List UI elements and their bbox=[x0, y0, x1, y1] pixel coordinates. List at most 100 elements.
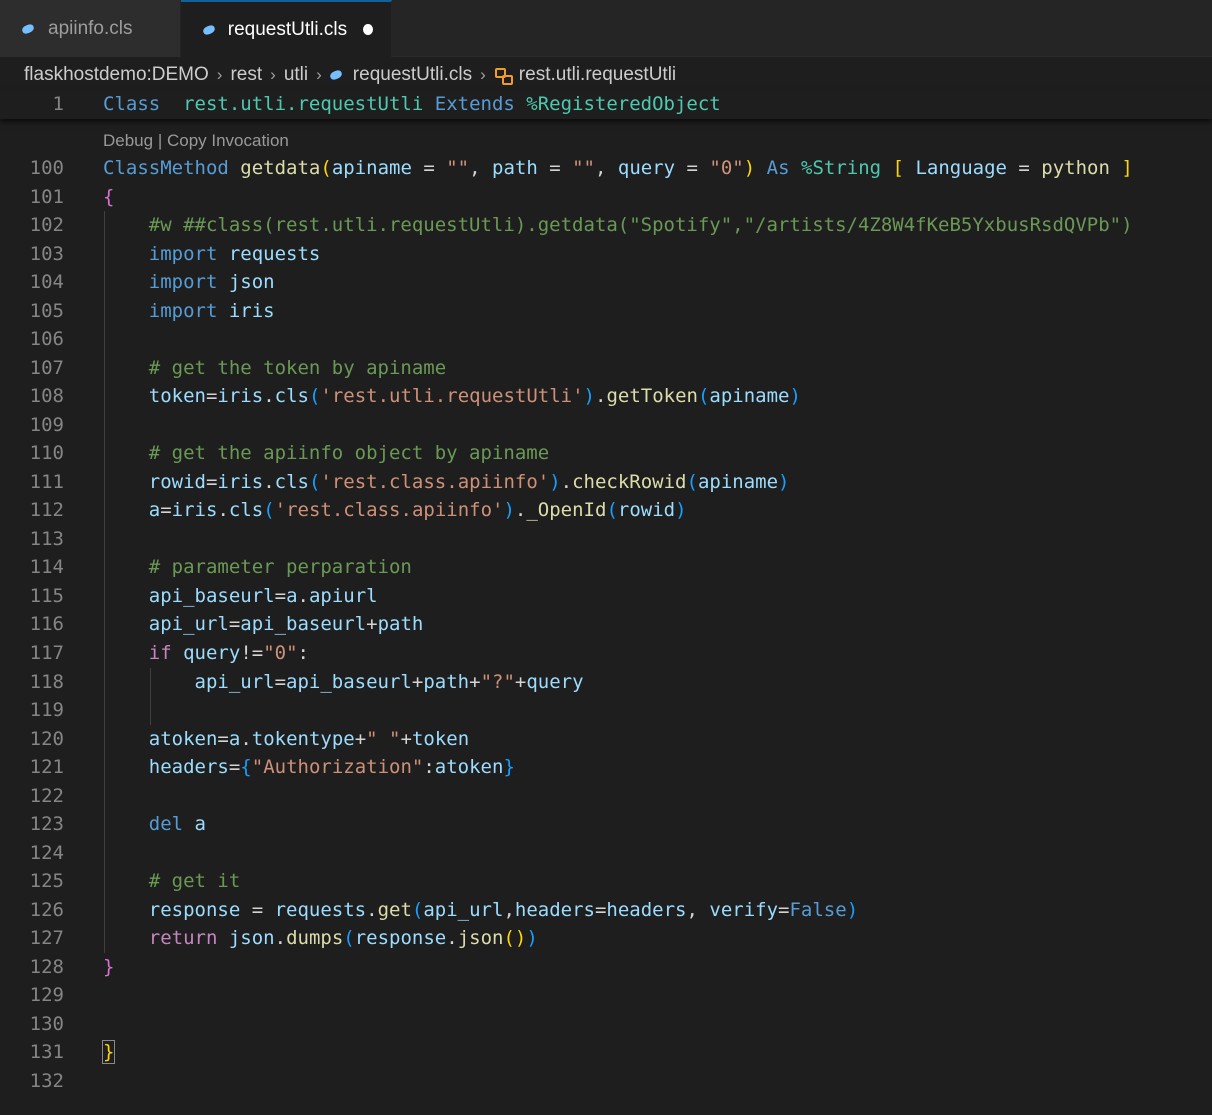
code-line[interactable]: 116 api_url=api_baseurl+path bbox=[0, 610, 1212, 639]
code-token: , bbox=[686, 898, 710, 921]
code-line[interactable]: 132 bbox=[0, 1067, 1212, 1096]
indent-guide bbox=[150, 667, 151, 725]
code-token: ( bbox=[686, 470, 698, 493]
code-line[interactable]: 1 Class rest.utli.requestUtli Extends %Re… bbox=[0, 90, 1212, 119]
code-token: token bbox=[148, 385, 206, 408]
code-token: ) bbox=[846, 898, 859, 921]
code-token: . bbox=[514, 499, 527, 522]
code-token: a bbox=[148, 499, 161, 522]
code-text: # get the apiinfo object by apiname bbox=[103, 439, 549, 467]
code-line[interactable]: 115 api_baseurl=a.apiurl bbox=[0, 582, 1212, 611]
code-token: query bbox=[526, 670, 584, 693]
code-token: ( bbox=[606, 499, 618, 522]
code-line[interactable]: 126 response = requests.get(api_url,head… bbox=[0, 896, 1212, 925]
code-token: requests bbox=[274, 898, 367, 921]
code-token: "" bbox=[446, 157, 470, 179]
code-token: ) bbox=[743, 157, 756, 179]
code-line[interactable]: 120 atoken=a.tokentype+" "+token bbox=[0, 725, 1212, 754]
code-text: return json.dumps(response.json()) bbox=[103, 924, 538, 952]
code-token: As bbox=[766, 157, 790, 179]
code-line[interactable]: 124 bbox=[0, 839, 1212, 868]
line-number: 117 bbox=[29, 642, 64, 664]
codelens-debug-copy-invocation[interactable]: Debug | Copy Invocation bbox=[103, 131, 289, 151]
code-line[interactable]: 112 a=iris.cls('rest.class.apiinfo')._Op… bbox=[0, 496, 1212, 525]
code-token: "0" bbox=[709, 157, 744, 179]
code-line[interactable]: 113 bbox=[0, 525, 1212, 554]
code-token: [ bbox=[892, 157, 904, 179]
code-line[interactable]: 131} bbox=[0, 1038, 1212, 1067]
code-line[interactable]: 108 token=iris.cls('rest.utli.requestUtl… bbox=[0, 382, 1212, 411]
code-editor[interactable]: 1 Class rest.utli.requestUtli Extends %Re… bbox=[0, 0, 1212, 1115]
code-token: ( bbox=[343, 927, 355, 950]
code-token: response bbox=[148, 898, 241, 921]
code-line[interactable]: 111 rowid=iris.cls('rest.class.apiinfo')… bbox=[0, 468, 1212, 497]
code-line[interactable]: 101 { bbox=[0, 183, 1212, 212]
code-token: = bbox=[240, 898, 275, 921]
code-token: " " bbox=[366, 727, 401, 750]
code-line[interactable]: 123 del a bbox=[0, 810, 1212, 839]
code-token: . bbox=[560, 470, 573, 493]
code-line[interactable]: 102 #w ##class(rest.utli.requestUtli).ge… bbox=[0, 211, 1212, 240]
code-line[interactable]: 103 import requests bbox=[0, 240, 1212, 269]
line-number: 119 bbox=[29, 699, 64, 722]
code-token: cls bbox=[274, 470, 309, 493]
code-token: "Authorization" bbox=[251, 756, 424, 779]
code-token: "0" bbox=[263, 642, 298, 664]
code-token: a bbox=[194, 813, 206, 836]
code-token: if bbox=[148, 642, 172, 664]
code-token: = bbox=[594, 898, 607, 921]
line-number: 127 bbox=[29, 927, 64, 950]
code-token: = bbox=[537, 157, 573, 179]
code-line[interactable]: 119 bbox=[0, 696, 1212, 725]
code-line[interactable]: 121 headers={"Authorization":atoken} bbox=[0, 753, 1212, 782]
code-line[interactable]: 114 # parameter perparation bbox=[0, 553, 1212, 582]
code-token: #w ##class(rest.utli.requestUtli).getdat… bbox=[148, 214, 1133, 237]
line-number: 120 bbox=[29, 727, 64, 750]
code-line[interactable]: 125 # get it bbox=[0, 867, 1212, 896]
code-line[interactable]: 127 return json.dumps(response.json()) bbox=[0, 924, 1212, 953]
code-token: != bbox=[240, 642, 264, 664]
code-token: del bbox=[148, 813, 184, 836]
code-line[interactable]: 128} bbox=[0, 953, 1212, 982]
code-line[interactable]: 110 # get the apiinfo object by apiname bbox=[0, 439, 1212, 468]
code-token: Extends bbox=[423, 93, 515, 115]
code-line[interactable]: 117 if query!="0": bbox=[0, 639, 1212, 668]
code-line[interactable]: 104 import json bbox=[0, 268, 1212, 297]
code-token: { bbox=[103, 185, 115, 208]
code-text: response = requests.get(api_url,headers=… bbox=[103, 896, 858, 924]
code-token: : bbox=[423, 756, 435, 779]
code-token: response bbox=[354, 927, 447, 950]
code-token: 'rest.utli.requestUtli' bbox=[320, 385, 584, 408]
code-line[interactable]: 129 bbox=[0, 981, 1212, 1010]
code-line[interactable]: 107 # get the token by apiname bbox=[0, 354, 1212, 383]
code-token: = bbox=[778, 898, 790, 921]
code-line[interactable]: 118 api_url=api_baseurl+path+"?"+query bbox=[0, 668, 1212, 697]
code-token: . bbox=[366, 898, 378, 921]
code-token: , bbox=[469, 157, 493, 179]
code-token: # get the token by apiname bbox=[148, 356, 447, 379]
code-token: a bbox=[228, 727, 241, 750]
line-number: 122 bbox=[29, 784, 64, 807]
code-line[interactable]: 109 bbox=[0, 411, 1212, 440]
code-token: . bbox=[274, 927, 287, 950]
code-line[interactable]: 106 bbox=[0, 325, 1212, 354]
code-line[interactable]: 105 import iris bbox=[0, 297, 1212, 326]
code-line[interactable]: 130 bbox=[0, 1010, 1212, 1039]
code-line[interactable]: 100 ClassMethod getdata(apiname = "", pat… bbox=[0, 154, 1212, 183]
sticky-scroll-header[interactable]: 1 Class rest.utli.requestUtli Extends %Re… bbox=[0, 90, 1212, 119]
code-line[interactable]: 122 bbox=[0, 782, 1212, 811]
code-token: iris bbox=[217, 470, 264, 493]
line-number: 104 bbox=[29, 271, 64, 294]
code-token: # get it bbox=[148, 870, 241, 893]
code-token: ) bbox=[526, 927, 538, 950]
code-token: = bbox=[228, 756, 241, 779]
